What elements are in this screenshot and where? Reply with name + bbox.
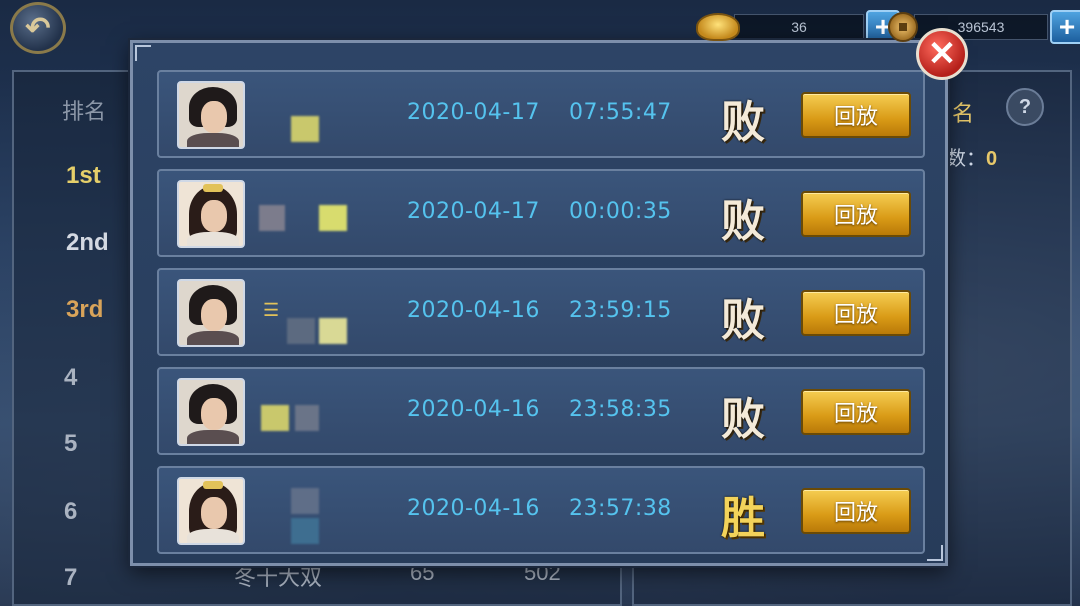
redacted-name	[287, 318, 315, 344]
add-coin-button[interactable]: +	[1050, 10, 1080, 44]
record-time: 23:57:38	[569, 496, 672, 521]
record-row: ☰ 2020-04-16 23:59:15 败 回放	[157, 268, 925, 356]
count-display: 数：0	[946, 142, 997, 171]
rank-column-header: 排名	[62, 99, 107, 124]
redacted-name	[291, 488, 319, 514]
record-time: 23:58:35	[569, 397, 672, 422]
back-arrow-icon: ↶	[25, 11, 51, 45]
redacted-name	[259, 205, 285, 231]
count-value: 0	[986, 148, 998, 170]
result-lose-icon: 败	[721, 295, 765, 346]
record-row: 2020-04-17 07:55:47 败 回放	[157, 70, 925, 158]
rank-label: 2nd	[66, 229, 109, 256]
count-label: 数：	[946, 148, 986, 170]
replay-button[interactable]: 回放	[801, 191, 911, 237]
info-header: 名	[951, 101, 974, 126]
replay-button[interactable]: 回放	[801, 389, 911, 435]
player-avatar	[177, 477, 245, 545]
record-date: 2020-04-17	[407, 199, 540, 224]
close-icon: ✕	[927, 35, 957, 73]
rank-label: 3rd	[66, 296, 104, 323]
title-badge-icon: ☰	[263, 300, 280, 320]
record-date: 2020-04-16	[407, 397, 540, 422]
record-date: 2020-04-17	[407, 100, 540, 125]
copper-coin-icon	[888, 12, 918, 42]
record-row: 2020-04-16 23:57:38 胜 回放	[157, 466, 925, 554]
gold-ingot-icon	[696, 13, 740, 41]
redacted-name	[291, 116, 319, 142]
rank-label: 5	[64, 430, 78, 457]
rank-label: 7	[64, 564, 78, 591]
player-avatar	[177, 378, 245, 446]
redacted-name	[291, 518, 319, 544]
rank-label: 6	[64, 498, 78, 525]
redacted-name	[319, 205, 347, 231]
replay-button[interactable]: 回放	[801, 92, 911, 138]
result-lose-icon: 败	[721, 394, 765, 445]
result-win-icon: 胜	[721, 493, 765, 544]
record-date: 2020-04-16	[407, 298, 540, 323]
result-lose-icon: 败	[721, 196, 765, 247]
replay-button[interactable]: 回放	[801, 488, 911, 534]
record-time: 07:55:47	[569, 100, 672, 125]
rank-label: 4	[64, 364, 78, 391]
rank-label: 1st	[66, 162, 101, 189]
back-button[interactable]: ↶	[10, 2, 66, 54]
player-avatar	[177, 180, 245, 248]
result-lose-icon: 败	[721, 97, 765, 148]
record-time: 23:59:15	[569, 298, 672, 323]
battle-record-dialog: 2020-04-17 07:55:47 败 回放 2020-04-17 00:0…	[130, 40, 948, 566]
help-icon: ?	[1018, 95, 1032, 118]
close-dialog-button[interactable]: ✕	[916, 28, 968, 80]
record-time: 00:00:35	[569, 199, 672, 224]
redacted-name	[295, 405, 319, 431]
replay-button[interactable]: 回放	[801, 290, 911, 336]
coin-currency: 396543 +	[888, 10, 1080, 44]
redacted-name	[319, 318, 347, 344]
record-row: 2020-04-17 00:00:35 败 回放	[157, 169, 925, 257]
ingot-currency: 36 +	[696, 10, 900, 44]
redacted-name	[261, 405, 289, 431]
player-avatar	[177, 81, 245, 149]
record-date: 2020-04-16	[407, 496, 540, 521]
help-button[interactable]: ?	[1006, 88, 1044, 126]
ingot-amount: 36	[734, 14, 864, 40]
player-avatar	[177, 279, 245, 347]
record-row: 2020-04-16 23:58:35 败 回放	[157, 367, 925, 455]
